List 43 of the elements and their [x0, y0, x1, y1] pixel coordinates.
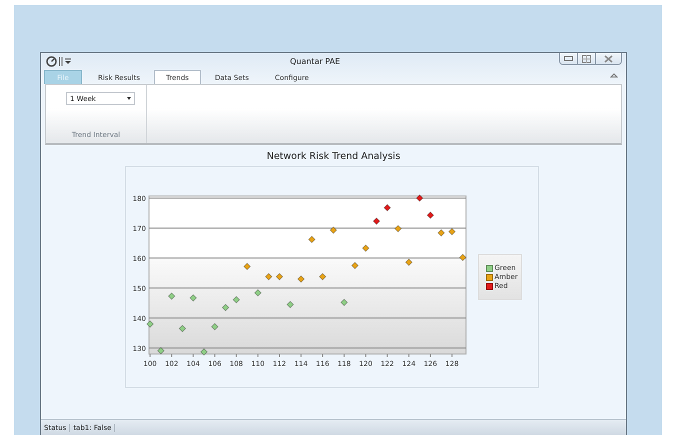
data-point — [178, 324, 186, 332]
data-point — [254, 289, 262, 297]
maximize-icon — [582, 54, 591, 62]
data-point — [372, 218, 380, 225]
data-point — [264, 272, 272, 280]
dropdown-icon[interactable] — [65, 58, 71, 65]
data-point — [232, 296, 240, 304]
data-point — [340, 298, 348, 306]
data-point — [189, 294, 196, 302]
data-point — [415, 194, 423, 202]
data-point — [156, 347, 164, 354]
close-icon — [604, 54, 613, 62]
data-point — [329, 226, 337, 234]
data-point — [210, 323, 218, 330]
data-point — [308, 236, 315, 244]
data-point — [350, 262, 358, 270]
minimize-button[interactable] — [560, 53, 578, 64]
data-point — [286, 300, 294, 308]
data-point — [242, 262, 250, 270]
data-point — [146, 320, 154, 328]
data-point — [394, 224, 402, 232]
separator-icon — [59, 57, 63, 66]
data-point — [296, 275, 304, 283]
data-point — [275, 272, 283, 280]
window-title: Quantar PAE — [288, 57, 342, 66]
data-point — [404, 258, 412, 266]
maximize-button[interactable] — [578, 53, 596, 64]
gauge-icon[interactable] — [46, 56, 57, 67]
data-point — [458, 254, 466, 262]
data-point — [318, 272, 326, 280]
data-point — [437, 229, 444, 237]
data-point — [362, 244, 369, 252]
data-point — [167, 292, 175, 300]
data-point — [221, 304, 229, 312]
collapse-ribbon-icon[interactable] — [610, 73, 618, 78]
chart-title: Network Risk Trend Analysis — [266, 151, 400, 162]
minimize-icon — [564, 56, 573, 61]
data-point — [426, 212, 434, 219]
caret-icon — [127, 97, 131, 100]
data-point — [448, 228, 456, 236]
data-point — [200, 348, 208, 356]
close-button[interactable] — [596, 53, 621, 64]
data-point — [383, 204, 390, 212]
